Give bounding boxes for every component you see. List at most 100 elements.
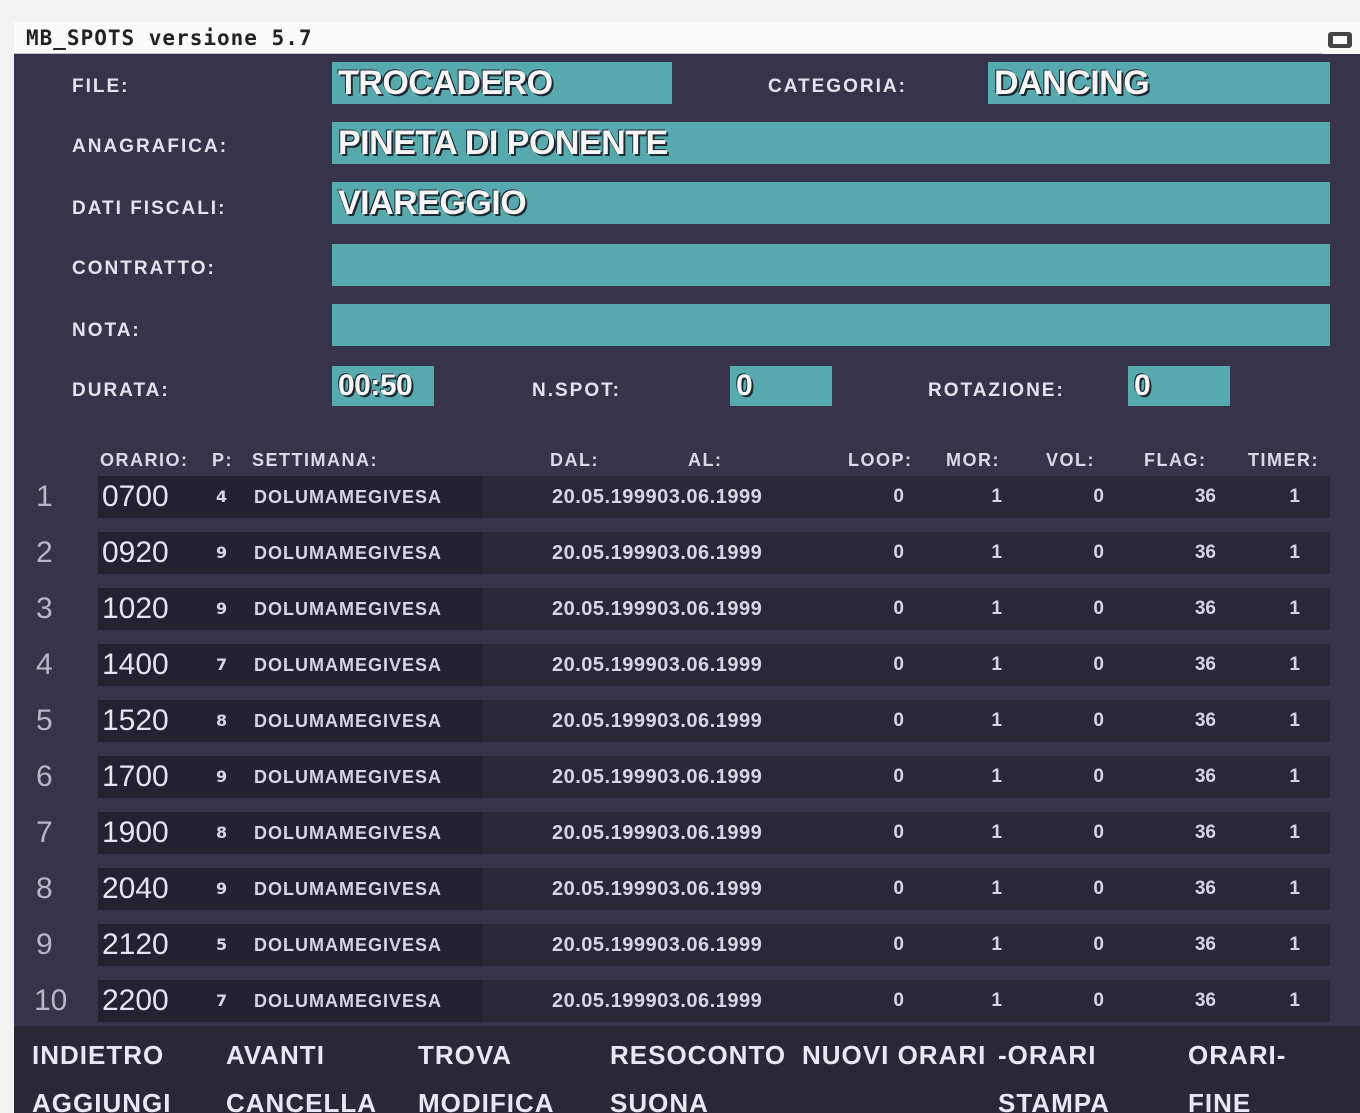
table-row[interactable]: 3 1020 9 DOLUMAMEGIVESA 20.05.199903.06.…	[14, 588, 1360, 630]
orario-cell[interactable]: 1020	[102, 588, 169, 630]
loop-cell[interactable]: 0	[874, 700, 904, 742]
mor-cell[interactable]: 1	[972, 588, 1002, 630]
orario-cell[interactable]: 1900	[102, 812, 169, 854]
table-row[interactable]: 5 1520 8 DOLUMAMEGIVESA 20.05.199903.06.…	[14, 700, 1360, 742]
timer-cell[interactable]: 1	[1270, 700, 1300, 742]
settimana-cell[interactable]: DOLUMAMEGIVESA	[254, 644, 442, 686]
vol-cell[interactable]: 0	[1074, 476, 1104, 518]
vol-cell[interactable]: 0	[1074, 700, 1104, 742]
table-row[interactable]: 10 2200 7 DOLUMAMEGIVESA 20.05.199903.06…	[14, 980, 1360, 1022]
orario-cell[interactable]: 1400	[102, 644, 169, 686]
minus-orari-button[interactable]: -ORARI	[998, 1040, 1096, 1071]
table-row[interactable]: 2 0920 9 DOLUMAMEGIVESA 20.05.199903.06.…	[14, 532, 1360, 574]
flag-cell[interactable]: 36	[1176, 980, 1216, 1022]
timer-cell[interactable]: 1	[1270, 868, 1300, 910]
nuovi-orari-button[interactable]: NUOVI ORARI	[802, 1040, 986, 1071]
flag-cell[interactable]: 36	[1176, 532, 1216, 574]
trova-button[interactable]: TROVA	[418, 1040, 512, 1071]
anagrafica-field[interactable]: PINETA DI PONENTE	[332, 122, 1330, 164]
timer-cell[interactable]: 1	[1270, 532, 1300, 574]
dal-al-cell[interactable]: 20.05.199903.06.1999	[552, 532, 762, 574]
p-cell[interactable]: 9	[216, 532, 227, 574]
flag-cell[interactable]: 36	[1176, 588, 1216, 630]
nspot-field[interactable]: 0	[730, 366, 832, 406]
loop-cell[interactable]: 0	[874, 812, 904, 854]
settimana-cell[interactable]: DOLUMAMEGIVESA	[254, 924, 442, 966]
orario-cell[interactable]: 0920	[102, 532, 169, 574]
loop-cell[interactable]: 0	[874, 644, 904, 686]
flag-cell[interactable]: 36	[1176, 924, 1216, 966]
loop-cell[interactable]: 0	[874, 588, 904, 630]
mor-cell[interactable]: 1	[972, 812, 1002, 854]
p-cell[interactable]: 7	[216, 644, 227, 686]
modifica-button[interactable]: MODIFICA	[418, 1088, 555, 1113]
vol-cell[interactable]: 0	[1074, 532, 1104, 574]
mor-cell[interactable]: 1	[972, 924, 1002, 966]
p-cell[interactable]: 5	[216, 924, 227, 966]
indietro-button[interactable]: INDIETRO	[32, 1040, 164, 1071]
orari-minus-button[interactable]: ORARI-	[1188, 1040, 1286, 1071]
table-row[interactable]: 9 2120 5 DOLUMAMEGIVESA 20.05.199903.06.…	[14, 924, 1360, 966]
mor-cell[interactable]: 1	[972, 476, 1002, 518]
table-row[interactable]: 8 2040 9 DOLUMAMEGIVESA 20.05.199903.06.…	[14, 868, 1360, 910]
orario-cell[interactable]: 0700	[102, 476, 169, 518]
vol-cell[interactable]: 0	[1074, 868, 1104, 910]
loop-cell[interactable]: 0	[874, 924, 904, 966]
dal-al-cell[interactable]: 20.05.199903.06.1999	[552, 924, 762, 966]
p-cell[interactable]: 4	[216, 476, 227, 518]
rotazione-field[interactable]: 0	[1128, 366, 1230, 406]
window-zoom-button[interactable]	[1322, 22, 1360, 54]
vol-cell[interactable]: 0	[1074, 644, 1104, 686]
table-row[interactable]: 6 1700 9 DOLUMAMEGIVESA 20.05.199903.06.…	[14, 756, 1360, 798]
suona-button[interactable]: SUONA	[610, 1088, 709, 1113]
dal-al-cell[interactable]: 20.05.199903.06.1999	[552, 700, 762, 742]
dal-al-cell[interactable]: 20.05.199903.06.1999	[552, 644, 762, 686]
mor-cell[interactable]: 1	[972, 700, 1002, 742]
timer-cell[interactable]: 1	[1270, 980, 1300, 1022]
mor-cell[interactable]: 1	[972, 532, 1002, 574]
dal-al-cell[interactable]: 20.05.199903.06.1999	[552, 980, 762, 1022]
vol-cell[interactable]: 0	[1074, 588, 1104, 630]
p-cell[interactable]: 7	[216, 980, 227, 1022]
vol-cell[interactable]: 0	[1074, 756, 1104, 798]
flag-cell[interactable]: 36	[1176, 644, 1216, 686]
dal-al-cell[interactable]: 20.05.199903.06.1999	[552, 812, 762, 854]
timer-cell[interactable]: 1	[1270, 924, 1300, 966]
dal-al-cell[interactable]: 20.05.199903.06.1999	[552, 476, 762, 518]
settimana-cell[interactable]: DOLUMAMEGIVESA	[254, 476, 442, 518]
flag-cell[interactable]: 36	[1176, 756, 1216, 798]
vol-cell[interactable]: 0	[1074, 980, 1104, 1022]
orario-cell[interactable]: 2040	[102, 868, 169, 910]
fine-button[interactable]: FINE	[1188, 1088, 1251, 1113]
timer-cell[interactable]: 1	[1270, 588, 1300, 630]
settimana-cell[interactable]: DOLUMAMEGIVESA	[254, 868, 442, 910]
p-cell[interactable]: 9	[216, 868, 227, 910]
flag-cell[interactable]: 36	[1176, 700, 1216, 742]
nota-field[interactable]	[332, 304, 1330, 346]
timer-cell[interactable]: 1	[1270, 756, 1300, 798]
settimana-cell[interactable]: DOLUMAMEGIVESA	[254, 812, 442, 854]
cancella-button[interactable]: CANCELLA	[226, 1088, 377, 1113]
p-cell[interactable]: 9	[216, 588, 227, 630]
loop-cell[interactable]: 0	[874, 868, 904, 910]
timer-cell[interactable]: 1	[1270, 644, 1300, 686]
dal-al-cell[interactable]: 20.05.199903.06.1999	[552, 588, 762, 630]
settimana-cell[interactable]: DOLUMAMEGIVESA	[254, 756, 442, 798]
vol-cell[interactable]: 0	[1074, 812, 1104, 854]
orario-cell[interactable]: 2200	[102, 980, 169, 1022]
aggiungi-button[interactable]: AGGIUNGI	[32, 1088, 171, 1113]
orario-cell[interactable]: 2120	[102, 924, 169, 966]
flag-cell[interactable]: 36	[1176, 868, 1216, 910]
flag-cell[interactable]: 36	[1176, 812, 1216, 854]
p-cell[interactable]: 9	[216, 756, 227, 798]
mor-cell[interactable]: 1	[972, 644, 1002, 686]
categoria-field[interactable]: DANCING	[988, 62, 1330, 104]
mor-cell[interactable]: 1	[972, 868, 1002, 910]
settimana-cell[interactable]: DOLUMAMEGIVESA	[254, 532, 442, 574]
stampa-button[interactable]: STAMPA	[998, 1088, 1110, 1113]
loop-cell[interactable]: 0	[874, 756, 904, 798]
p-cell[interactable]: 8	[216, 812, 227, 854]
loop-cell[interactable]: 0	[874, 980, 904, 1022]
p-cell[interactable]: 8	[216, 700, 227, 742]
file-field[interactable]: TROCADERO	[332, 62, 672, 104]
